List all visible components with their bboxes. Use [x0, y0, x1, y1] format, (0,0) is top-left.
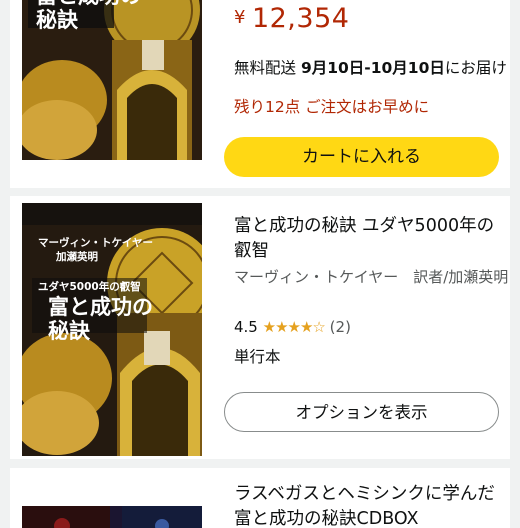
delivery-dates: 9月10日-10月10日	[300, 59, 445, 77]
cover-title: 富と成功の 秘訣	[36, 0, 141, 32]
product-author: マーヴィン・トケイヤー 訳者/加瀬英明	[234, 268, 509, 286]
add-to-cart-button[interactable]: カートに入れる	[224, 137, 499, 177]
book-cover-image[interactable]: マーヴィン・トケイヤー 加瀬英明 ユダヤ5000年の叡智 富と成功の 秘訣	[22, 203, 202, 456]
book-cover-image[interactable]: 富と成功の 秘訣	[22, 0, 202, 160]
cover-translator: 加瀬英明	[56, 251, 98, 263]
rating-row[interactable]: 4.5 ★★★★☆ (2)	[234, 316, 351, 338]
product-image[interactable]	[22, 506, 202, 528]
product-title[interactable]: ラスベガスとヘミシンクに学んだ富と成功の秘訣CDBOX	[234, 482, 510, 528]
see-options-button[interactable]: オプションを表示	[224, 392, 499, 432]
currency-symbol: ¥	[234, 7, 246, 28]
cover-subtitle: ユダヤ5000年の叡智	[38, 281, 141, 293]
product-title[interactable]: 富と成功の秘訣 ユダヤ5000年の叡智	[234, 214, 510, 264]
search-result-card: 富と成功の 秘訣 ¥12,354 無料配送 9月10日-10月10日にお届け 残…	[10, 0, 510, 188]
delivery-info: 無料配送 9月10日-10月10日にお届け	[234, 56, 507, 78]
search-result-card: マーヴィン・トケイヤー 加瀬英明 ユダヤ5000年の叡智 富と成功の 秘訣 富と…	[10, 196, 510, 459]
price-value: 12,354	[251, 3, 350, 34]
cover-title: 富と成功の 秘訣	[48, 295, 153, 343]
rating-value: 4.5	[234, 318, 258, 336]
product-art	[22, 506, 202, 528]
delivery-label: 無料配送	[234, 59, 301, 77]
price: ¥12,354	[234, 3, 349, 34]
cover-author: マーヴィン・トケイヤー	[38, 237, 153, 249]
search-result-card: ラスベガスとヘミシンクに学んだ富と成功の秘訣CDBOX	[10, 468, 510, 528]
review-count: (2)	[329, 318, 351, 336]
product-format: 単行本	[234, 348, 281, 366]
stock-warning: 残り12点 ご注文はお早めに	[234, 98, 430, 116]
star-rating-icon: ★★★★☆	[262, 318, 326, 336]
delivery-suffix: にお届け	[444, 59, 507, 77]
